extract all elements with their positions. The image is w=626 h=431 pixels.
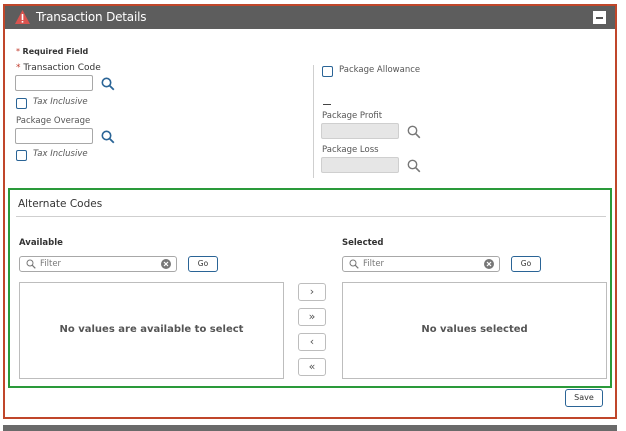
package-allowance-checkbox[interactable]	[322, 66, 333, 77]
move-right-button[interactable]: ›	[298, 283, 326, 301]
transaction-details-panel: Transaction Details * Required Field * T…	[3, 4, 617, 419]
available-title: Available	[19, 238, 63, 248]
package-profit-label: Package Profit	[322, 111, 383, 121]
available-listbox[interactable]: No values are available to select	[19, 282, 284, 379]
search-icon[interactable]	[101, 130, 115, 144]
alternate-codes-title: Alternate Codes	[18, 198, 103, 210]
tax-inclusive-checkbox-1[interactable]	[16, 98, 27, 109]
available-filter-input[interactable]: Filter	[19, 256, 177, 272]
search-icon[interactable]	[407, 125, 421, 139]
package-loss-label: Package Loss	[322, 145, 379, 155]
selected-empty-message: No values selected	[421, 324, 528, 335]
tax-inclusive-label-2: Tax Inclusive	[33, 149, 88, 159]
move-left-button[interactable]: ‹	[298, 333, 326, 351]
section-divider	[16, 216, 606, 217]
search-icon[interactable]	[101, 77, 115, 91]
package-profit-input	[321, 123, 399, 139]
selected-title: Selected	[342, 238, 384, 248]
search-icon	[349, 259, 359, 269]
save-button[interactable]: Save	[565, 389, 603, 407]
filter-placeholder: Filter	[40, 259, 62, 269]
selected-listbox[interactable]: No values selected	[342, 282, 607, 379]
filter-placeholder: Filter	[363, 259, 385, 269]
move-all-right-button[interactable]: »	[298, 308, 326, 326]
selected-go-button[interactable]: Go	[511, 256, 541, 272]
search-icon[interactable]	[407, 159, 421, 173]
bottom-bar	[3, 425, 617, 431]
package-overage-input[interactable]	[15, 128, 93, 144]
column-divider	[313, 65, 314, 178]
package-loss-input	[321, 157, 399, 173]
selected-filter-input[interactable]: Filter	[342, 256, 500, 272]
panel-title: Transaction Details	[36, 10, 147, 24]
transaction-code-input[interactable]	[15, 75, 93, 91]
panel-titlebar: Transaction Details	[5, 6, 615, 29]
tax-inclusive-label-1: Tax Inclusive	[33, 97, 88, 107]
available-go-button[interactable]: Go	[188, 256, 218, 272]
tax-inclusive-checkbox-2[interactable]	[16, 150, 27, 161]
alternate-codes-section: Alternate Codes Available Selected Filte…	[8, 188, 612, 388]
package-overage-label: Package Overage	[16, 116, 91, 126]
transaction-code-label: * Transaction Code	[16, 63, 101, 73]
available-empty-message: No values are available to select	[59, 324, 244, 335]
move-all-left-button[interactable]: «	[298, 358, 326, 376]
dash-separator	[323, 104, 331, 105]
clear-icon[interactable]	[484, 259, 494, 269]
warning-icon	[15, 10, 30, 24]
collapse-icon[interactable]	[593, 11, 606, 24]
package-allowance-label: Package Allowance	[339, 65, 421, 75]
required-note: * Required Field	[16, 47, 89, 56]
search-icon	[26, 259, 36, 269]
clear-icon[interactable]	[161, 259, 171, 269]
